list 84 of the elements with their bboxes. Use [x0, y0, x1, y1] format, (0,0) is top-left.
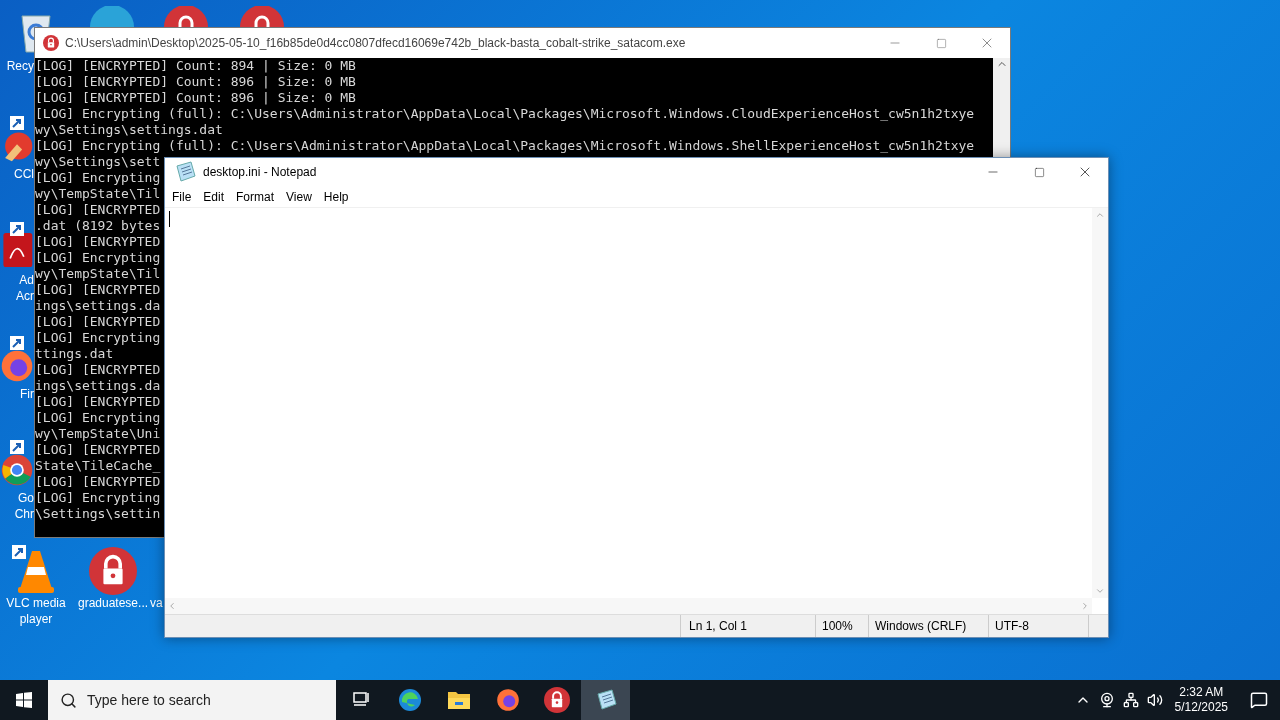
shortcut-arrow-icon	[10, 222, 24, 236]
shortcut-arrow-icon	[10, 336, 24, 350]
console-line: wy\TempState\Til	[35, 186, 161, 202]
notepad-icon	[173, 160, 197, 184]
console-line: [LOG] [ENCRYPTED	[35, 362, 161, 378]
status-field: 100%	[816, 615, 869, 637]
padlock-icon	[89, 547, 137, 595]
console-line: wy\Settings\sett	[35, 154, 161, 170]
console-line: [LOG] [ENCRYPTED	[35, 442, 161, 458]
icon-label[interactable]: Chr	[0, 506, 34, 522]
traffic-cone-icon	[16, 549, 56, 595]
console-line: [LOG] Encrypting	[35, 330, 161, 346]
window-title: C:\Users\admin\Desktop\2025-05-10_f16b85de0d4cc0807dfecd16069e742b_black-basta_cobalt-strike_satacom.exe	[65, 35, 686, 52]
console-line: [LOG] Encrypting	[35, 490, 161, 506]
scroll-up-icon[interactable]	[1095, 210, 1105, 220]
padlock-icon	[543, 687, 570, 713]
console-line: wy\TempState\Til	[35, 266, 161, 282]
console-line: [LOG] [ENCRYPTED	[35, 282, 161, 298]
icon-label[interactable]: Fir	[0, 386, 34, 402]
menu-item[interactable]: Edit	[197, 185, 231, 208]
icon-label[interactable]: Recy	[0, 58, 34, 74]
console-line: State\TileCache_	[35, 458, 161, 474]
search-icon	[60, 691, 77, 709]
console-line: [LOG] [ENCRYPTED	[35, 314, 161, 330]
shortcut-arrow-icon	[10, 440, 24, 454]
edge-icon	[88, 6, 136, 27]
console-line: [LOG] [ENCRYPTED	[35, 394, 161, 410]
padlock-icon	[43, 35, 59, 51]
status-field: Ln 1, Col 1	[681, 615, 816, 637]
console-line: [LOG] [ENCRYPTED] Count: 894 | Size: 0 MB	[35, 58, 356, 74]
console-line: ttings.dat	[35, 346, 114, 362]
console-line: [LOG] Encrypting (full): C:\Users\Administrator\AppData\Local\Packages\Microsoft.Windows.ShellExperienceHost_cw5n1h2txye	[35, 138, 975, 154]
console-line: ings\settings.da	[35, 298, 161, 314]
console-line: [LOG] Encrypting	[35, 410, 161, 426]
status-field: Windows (CRLF)	[869, 615, 989, 637]
console-line: [LOG] [ENCRYPTED] Count: 896 | Size: 0 MB	[35, 74, 356, 90]
icon-label[interactable]: VLC media	[2, 595, 70, 611]
console-line: ings\settings.da	[35, 378, 161, 394]
icon-label[interactable]: CCl	[0, 166, 34, 182]
scroll-down-icon[interactable]	[1095, 586, 1105, 596]
icon-label[interactable]: Ad	[0, 272, 34, 288]
shortcut-arrow-icon	[10, 116, 24, 130]
console-line: [LOG] Encrypting	[35, 170, 161, 186]
scroll-left-icon[interactable]	[167, 601, 177, 611]
console-line: [LOG] Encrypting (full): C:\Users\Administrator\AppData\Local\Packages\Microsoft.Windows.CloudExperienceHost_cw5n1h2txye	[35, 106, 975, 122]
firefox-icon	[495, 688, 520, 712]
menu-item[interactable]: Help	[317, 185, 355, 208]
maximize-icon	[1033, 166, 1045, 178]
clock[interactable]: 2:32 AM 5/12/2025	[1170, 685, 1232, 715]
text-cursor	[169, 211, 170, 227]
menu-item[interactable]: Format	[230, 185, 281, 208]
icon-label[interactable]: graduatese...	[78, 595, 148, 611]
icon-label[interactable]: player	[2, 611, 70, 627]
horizontal-scrollbar[interactable]	[165, 598, 1092, 614]
console-line: wy\TempState\Uni	[35, 426, 161, 442]
console-line: \Settings\settin	[35, 506, 161, 522]
maximize-icon	[935, 37, 947, 49]
menu-item[interactable]: View	[280, 185, 318, 208]
vertical-scrollbar[interactable]	[1092, 208, 1108, 598]
console-line: [LOG] [ENCRYPTED] Count: 896 | Size: 0 MB	[35, 90, 356, 106]
console-line: wy\Settings\settings.dat	[35, 122, 223, 138]
notification-icon[interactable]	[1250, 691, 1268, 709]
taskbar-button[interactable]	[581, 680, 630, 720]
icon-label[interactable]: Acr	[0, 288, 34, 304]
icon-label[interactable]: Go	[0, 490, 34, 506]
windows-logo-icon	[16, 692, 32, 708]
window-title: desktop.ini - Notepad	[203, 164, 317, 181]
scroll-right-icon[interactable]	[1080, 601, 1090, 611]
network-icon[interactable]	[1122, 692, 1139, 708]
speaker-icon[interactable]	[1146, 692, 1163, 708]
scrollbar[interactable]	[993, 58, 1010, 157]
console-line: [LOG] [ENCRYPTED	[35, 234, 161, 250]
console-line: [LOG] [ENCRYPTED	[35, 202, 161, 218]
console-line: .dat (8192 bytes	[35, 218, 161, 234]
menu-item[interactable]: File	[166, 185, 198, 208]
search-field[interactable]: Type here to search	[48, 680, 336, 720]
console-line: [LOG] [ENCRYPTED	[35, 474, 161, 490]
icon-label[interactable]: va	[150, 595, 164, 611]
edge-icon	[397, 688, 422, 712]
folder-icon	[446, 689, 471, 711]
console-line: [LOG] Encrypting	[35, 250, 161, 266]
webcam-icon[interactable]	[1098, 692, 1115, 708]
status-field: UTF-8	[989, 615, 1089, 637]
shortcut-arrow-icon	[12, 545, 26, 559]
